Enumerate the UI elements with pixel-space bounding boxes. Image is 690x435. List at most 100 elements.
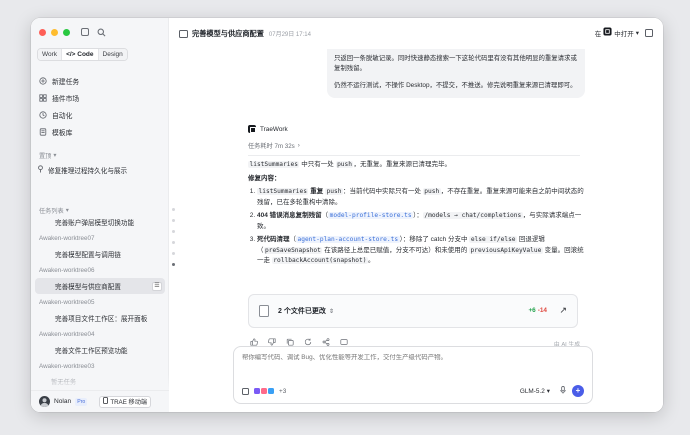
fix-title: 重复: [308, 188, 326, 195]
tab-design[interactable]: Design: [98, 49, 127, 60]
fix-item: listSummaries 重复 push：当前代码中实际只有一处 push，不…: [257, 187, 588, 208]
attach-icon[interactable]: [242, 387, 249, 395]
page-title: 完善模型与供应商配置: [192, 28, 264, 38]
worktree-group[interactable]: Awaken-worktree05: [31, 294, 169, 310]
context-chips[interactable]: [254, 388, 274, 394]
trae-logo-icon: [248, 125, 256, 133]
plugin-icon: [39, 93, 47, 102]
mobile-app-button[interactable]: TRAE 移动端: [99, 395, 152, 408]
reply-summary: listSummaries 中只有一处 push ，无重复。重复来源已清理完毕。: [248, 160, 588, 171]
chevron-updown-icon: ⇕: [328, 308, 334, 315]
duration-text: 任务耗时 7m 32s: [248, 143, 295, 150]
prompt-input[interactable]: [242, 354, 582, 361]
worktree-group[interactable]: Awaken-worktree03: [31, 358, 169, 374]
inline-code: previousApiKeyValue: [469, 246, 543, 254]
mode-tabs: Work </> Code Design: [37, 48, 128, 61]
scroll-anchor-dot[interactable]: [172, 230, 175, 233]
worktree-group[interactable]: Awaken-worktree06: [31, 262, 169, 278]
inline-code: listSummaries: [248, 161, 300, 168]
reply-heading: 修复内容：: [248, 174, 281, 182]
scroll-anchor-dot-active[interactable]: [172, 263, 175, 266]
sidebar-toggle-icon[interactable]: [81, 28, 89, 36]
sidebar: Work </> Code Design 新建任务 插件市场 自动化 模板库 置…: [31, 18, 169, 412]
fix-text: 。: [367, 257, 375, 264]
worktree-group[interactable]: Awaken-worktree04: [31, 326, 169, 342]
inline-code: else if/else: [469, 236, 518, 243]
scroll-anchor-dot[interactable]: [172, 208, 175, 211]
inline-code: push: [325, 188, 343, 195]
reply-text: ，无重复。重复来源已清理完毕。: [353, 161, 451, 168]
search-icon[interactable]: [97, 28, 106, 37]
file-link[interactable]: model-profile-store.ts: [328, 212, 414, 219]
nav-new-task[interactable]: 新建任务: [37, 72, 163, 89]
composer-toolbar: +3 GLM-5.2 ▾ +: [242, 385, 584, 397]
inline-code: /models → chat/completions: [422, 212, 523, 219]
pinned-section-label[interactable]: 置顶 ▾: [39, 151, 56, 160]
task-menu-icon[interactable]: ☰: [152, 281, 162, 291]
task-item[interactable]: 完善模型配置与调用链: [35, 246, 165, 262]
nav-plugin-market[interactable]: 插件市场: [37, 89, 163, 106]
task-item[interactable]: 完善文件工作区预览功能: [35, 342, 165, 358]
window-controls: [39, 29, 70, 36]
composer-tools: +3: [242, 387, 286, 395]
minimize-window-button[interactable]: [51, 29, 58, 36]
model-name: GLM-5.2: [519, 387, 545, 395]
task-item[interactable]: 完善项目文件工作区：展开面板: [35, 310, 165, 326]
worktree-group-label: Awaken-worktree04: [39, 330, 95, 338]
composer: +3 GLM-5.2 ▾ +: [233, 346, 593, 404]
worktree-group[interactable]: Awaken-worktree07: [31, 230, 169, 246]
avatar[interactable]: [39, 396, 50, 407]
assistant-name: TraeWork: [260, 125, 288, 133]
assistant-reply: TraeWork 任务耗时 7m 32s › listSummaries 中只有…: [248, 125, 588, 270]
expand-icon[interactable]: ↗: [559, 305, 567, 316]
context-chip-icon: [268, 388, 274, 394]
changed-files-card[interactable]: 2 个文件已更改 ⇕ +6 -14 ↗: [248, 294, 578, 328]
fix-item: 404 错误消息复制残留（model-profile-store.ts）：/mo…: [257, 211, 588, 232]
panel-toggle-icon[interactable]: [645, 28, 653, 37]
scroll-anchor-dot[interactable]: [172, 252, 175, 255]
nav-label: 插件市场: [52, 95, 80, 103]
phone-icon: [103, 397, 109, 406]
close-window-button[interactable]: [39, 29, 46, 36]
main-panel: 完善模型与供应商配置 07月29日 17:14 在 中打开 ▾ 只返回一条脱敏记…: [169, 18, 663, 412]
new-task-icon: [39, 76, 47, 85]
nav-label: 新建任务: [52, 78, 80, 86]
worktree-group-label: Awaken-worktree05: [39, 298, 95, 306]
tab-work[interactable]: Work: [38, 49, 63, 60]
user-name[interactable]: Nolan: [54, 398, 71, 405]
task-item[interactable]: 完善账户弹层模型切换功能: [35, 214, 165, 230]
changed-files-label: 2 个文件已更改: [278, 308, 326, 315]
nav-template-library[interactable]: 模板库: [37, 123, 163, 140]
model-selector[interactable]: GLM-5.2 ▾: [519, 387, 550, 396]
divider: [248, 155, 580, 156]
open-in-button[interactable]: 在 中打开 ▾: [595, 27, 639, 38]
scroll-anchors: [172, 208, 175, 266]
task-duration[interactable]: 任务耗时 7m 32s ›: [248, 141, 588, 150]
context-chip-icon: [261, 388, 267, 394]
app-window: Work </> Code Design 新建任务 插件市场 自动化 模板库 置…: [31, 18, 663, 412]
scroll-anchor-dot[interactable]: [172, 241, 175, 244]
fix-list: listSummaries 重复 push：当前代码中实际只有一处 push，不…: [248, 187, 588, 267]
pinned-task[interactable]: 修复推理过程持久化与展示: [37, 163, 127, 177]
chevron-down-icon: ▾: [635, 29, 639, 37]
file-link[interactable]: agent-plan-account-store.ts: [296, 236, 400, 243]
extra-context-count[interactable]: +3: [279, 388, 286, 395]
chevron-down-icon: ▾: [65, 207, 69, 214]
task-item-selected[interactable]: 完善模型与供应商配置 ☰: [35, 278, 165, 294]
fix-title: 404 错误消息复制残留: [257, 212, 322, 219]
chat-icon: [179, 29, 188, 38]
worktree-group-label: Awaken-worktree07: [39, 234, 95, 242]
list-fade: [31, 374, 169, 390]
microphone-icon[interactable]: [560, 386, 566, 396]
tab-code[interactable]: </> Code: [62, 49, 99, 60]
assistant-brand: TraeWork: [248, 125, 588, 133]
fix-title: 死代码清理: [257, 236, 290, 243]
mobile-app-label: TRAE 移动端: [110, 399, 148, 406]
task-item-label: 完善模型配置与调用链: [55, 252, 121, 259]
template-icon: [39, 127, 47, 136]
maximize-window-button[interactable]: [63, 29, 70, 36]
user-message-line: 仍然不运行测试，不操作 Desktop，不提交，不推送。修完说明重复来源已清理即…: [334, 82, 577, 89]
nav-automation[interactable]: 自动化: [37, 106, 163, 123]
scroll-anchor-dot[interactable]: [172, 219, 175, 222]
send-button[interactable]: +: [572, 385, 584, 397]
